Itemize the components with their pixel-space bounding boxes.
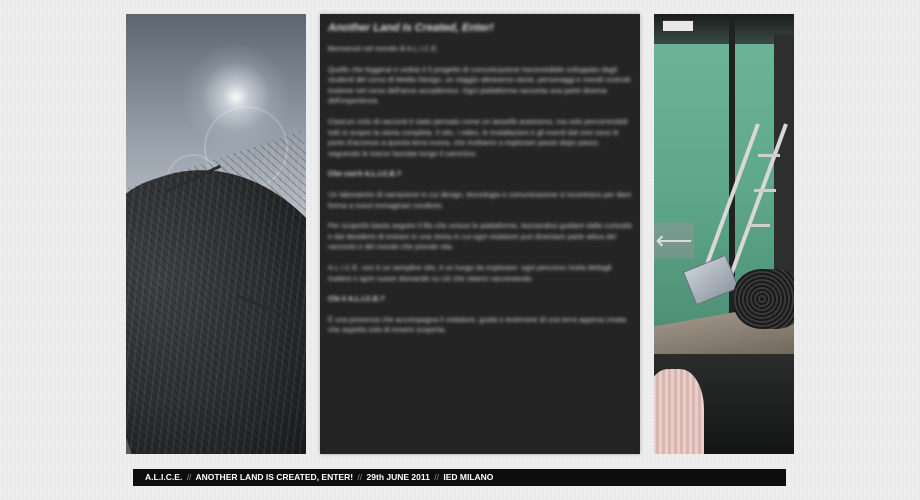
article-panel: Another Land Is Created, Enter! Benvenut… — [320, 14, 640, 454]
person-shirt — [654, 369, 704, 454]
footer-school[interactable]: IED MILANO — [443, 472, 493, 482]
sticker-tag — [662, 20, 694, 32]
prev-arrow-button[interactable]: ⟵ — [654, 222, 694, 258]
article-content: Another Land Is Created, Enter! Benvenut… — [328, 22, 632, 346]
article-title: Another Land Is Created, Enter! — [328, 22, 494, 34]
footer-bar: A.L.I.C.E. // ANOTHER LAND IS CREATED, E… — [133, 469, 786, 486]
article-paragraph: Un laboratorio di narrazione in cui desi… — [328, 189, 632, 210]
gallery-image-left[interactable] — [126, 14, 306, 454]
article-paragraph: Benvenuti nel mondo di A.L.I.C.E. — [328, 44, 439, 53]
article-question: Che cos'è A.L.I.C.E.? — [328, 169, 402, 179]
article-paragraph: Ciascun ciclo di racconti è stato pensat… — [328, 116, 628, 158]
arrow-left-icon: ⟵ — [655, 225, 693, 255]
footer-separator: // — [434, 472, 439, 482]
article-paragraph: Quello che leggerai e vedrai è il proget… — [328, 64, 631, 106]
footer-separator: // — [357, 472, 363, 482]
footer-date: 29th JUNE 2011 — [366, 472, 430, 482]
article-paragraph: È una presenza che accompagna il visitat… — [328, 314, 627, 335]
footer-tagline[interactable]: ANOTHER LAND IS CREATED, ENTER! — [195, 472, 353, 482]
footer-brand[interactable]: A.L.I.C.E. — [145, 472, 182, 482]
article-paragraph: A.L.I.C.E. non è un semplice sito, è un … — [328, 262, 612, 283]
foliage-silhouette — [126, 131, 306, 454]
article-question: Chi è A.L.I.C.E.? — [328, 294, 385, 304]
footer-separator: // — [186, 472, 192, 482]
cable-pile — [734, 269, 794, 329]
article-paragraph: Per scoprirlo basta seguire il filo che … — [328, 221, 632, 252]
